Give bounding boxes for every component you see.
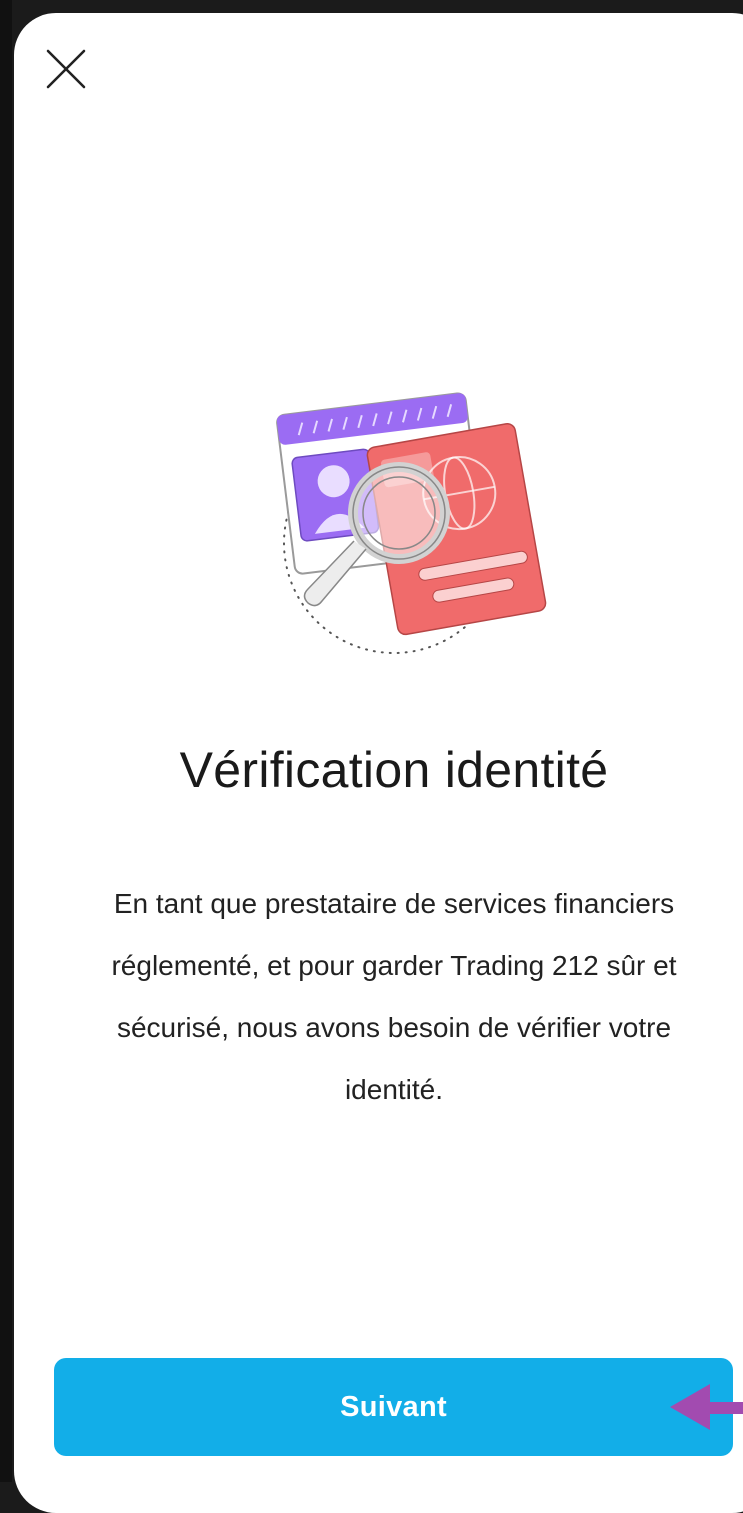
description: En tant que prestataire de services fina… bbox=[44, 873, 743, 1121]
description-line: identité. bbox=[344, 1074, 444, 1105]
page-title: Vérification identité bbox=[179, 742, 609, 798]
description-line: sécurisé, nous avons besoin de vérifier … bbox=[116, 1012, 672, 1043]
device-frame: Vérification identité En tant que presta… bbox=[0, 0, 743, 1513]
close-button[interactable] bbox=[44, 47, 88, 91]
next-button-label: Suivant bbox=[340, 1390, 447, 1423]
next-button[interactable]: Suivant bbox=[54, 1358, 733, 1456]
verification-screen: Vérification identité En tant que presta… bbox=[14, 13, 743, 1513]
pointer-arrow-icon bbox=[670, 1384, 743, 1430]
device-edge bbox=[0, 0, 12, 1482]
identity-verification-illustration bbox=[264, 363, 564, 663]
description-line: En tant que prestataire de services fina… bbox=[113, 888, 675, 919]
close-icon bbox=[46, 49, 86, 89]
description-line: réglementé, et pour garder Trading 212 s… bbox=[111, 950, 677, 981]
